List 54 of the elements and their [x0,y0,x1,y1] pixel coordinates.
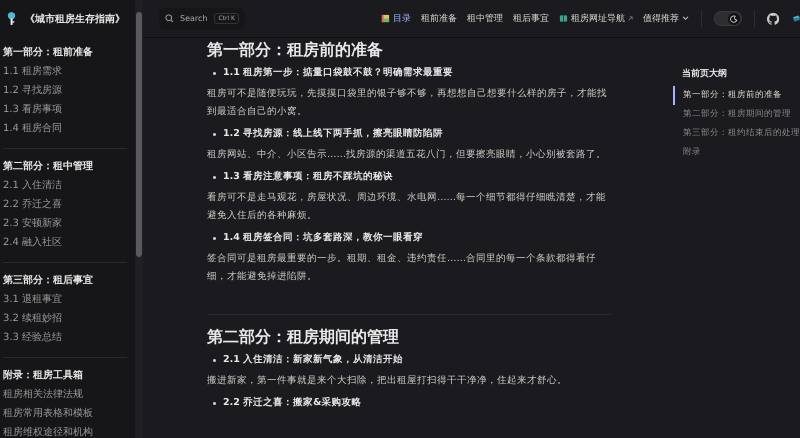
nav-link[interactable]: 租后事宜 [513,12,549,25]
subheading: 1.4 租房签合同：坑多套路深，教你一眼看穿 [223,231,424,245]
subheading: 2.1 入住清洁：新家新气象，从清洁开始 [223,353,404,367]
subheading: 1.1 租房第一步：掂量口袋鼓不鼓？明确需求最重要 [223,66,454,80]
outline-link[interactable]: 附录 [673,143,800,162]
sidebar-item[interactable]: 租房维权途径和机构 [3,423,127,438]
sidebar-item[interactable]: 3.3 经验总结 [3,328,127,347]
sidebar-item[interactable]: 2.2 乔迁之喜 [3,195,127,214]
sidebar-item[interactable]: 1.3 看房事项 [3,100,127,119]
paragraph: 租房可不是随便玩玩，先摸摸口袋里的银子够不够，再想想自己想要什么样的房子，才能找到最适合自己的小窝。 [207,87,608,119]
sidebar-item[interactable]: 2.1 入住清洁 [3,176,127,195]
nav-link[interactable]: 租中管理 [467,12,503,25]
search-icon [165,14,174,23]
sidebar-item[interactable]: 3.2 续租妙招 [3,309,127,328]
logo-icon[interactable] [793,14,800,24]
sidebar-item[interactable]: 1.4 租房合同 [3,119,127,138]
sidebar-heading: 第二部分：租中管理 [3,160,94,174]
paragraph: 租房网站、中介、小区告示……找房源的渠道五花八门，但要擦亮眼睛，小心别被套路了。 [207,148,607,162]
sidebar-item[interactable]: 租房常用表格和模板 [3,404,127,423]
outline-link[interactable]: 第一部分：租房前的准备 [673,86,800,105]
nav-link[interactable]: 目录 [381,12,411,25]
scrollbar[interactable] [135,0,143,438]
sidebar-item[interactable]: 1.1 租房需求 [3,62,127,81]
sidebar-item[interactable]: 2.4 融入社区 [3,233,127,252]
sidebar-heading: 第一部分：租前准备 [3,46,94,60]
github-icon[interactable] [766,12,779,26]
paragraph: 搬进新家，第一件事就是来个大扫除，把出租屋打扫得干干净净，住起来才舒心。 [207,374,568,388]
sidebar-heading: 第三部分：租后事宜 [3,273,94,288]
chevron-down-icon [682,16,689,21]
sidebar-item[interactable]: 1.2 寻找房源 [3,81,127,100]
outline-link[interactable]: 第三部分：租约结束后的处理 [673,124,800,143]
logo-icon [6,11,17,26]
subheading: 1.3 看房注意事项：租房不踩坑的秘诀 [223,170,394,184]
sidebar-item[interactable]: 3.1 退租事宜 [3,290,127,309]
nav-link[interactable]: 租房网址导航 [559,12,633,25]
book-icon [559,14,568,23]
external-link-icon [628,16,633,21]
paragraph: 签合同可是租房最重要的一步。租期、租金、违约责任……合同里的每一个条款都得看仔细，才能避免掉进陷阱。 [207,252,597,284]
subheading: 2.2 乔迁之喜：搬家&采购攻略 [223,396,362,410]
section-heading: 第一部分：租房前的准备 [207,40,384,60]
sidebar-heading: 附录：租房工具箱 [3,368,84,383]
theme-toggle[interactable] [714,11,742,26]
outline-title: 当前页大纲 [681,67,728,80]
moon-icon [730,14,738,22]
subheading: 1.2 寻找房源：线上线下两手抓，擦亮眼睛防陷阱 [223,127,444,141]
section-heading: 第二部分：租房期间的管理 [207,327,400,347]
nav-link[interactable]: 值得推荐 [643,12,689,25]
sidebar-item[interactable]: 2.3 安顿新家 [3,214,127,233]
paragraph: 看房可不是走马观花，房屋状况、周边环境、水电网……每一个细节都得仔细瞧清楚，才能避免入住后的各种麻烦。 [207,191,607,223]
sidebar-item[interactable]: 租房相关法律法规 [3,385,127,404]
site-title[interactable]: 《城市租房生存指南》 [25,12,125,26]
book-icon [381,14,390,23]
nav-link[interactable]: 租前准备 [421,12,457,25]
outline-link[interactable]: 第二部分：租房期间的管理 [673,105,800,124]
